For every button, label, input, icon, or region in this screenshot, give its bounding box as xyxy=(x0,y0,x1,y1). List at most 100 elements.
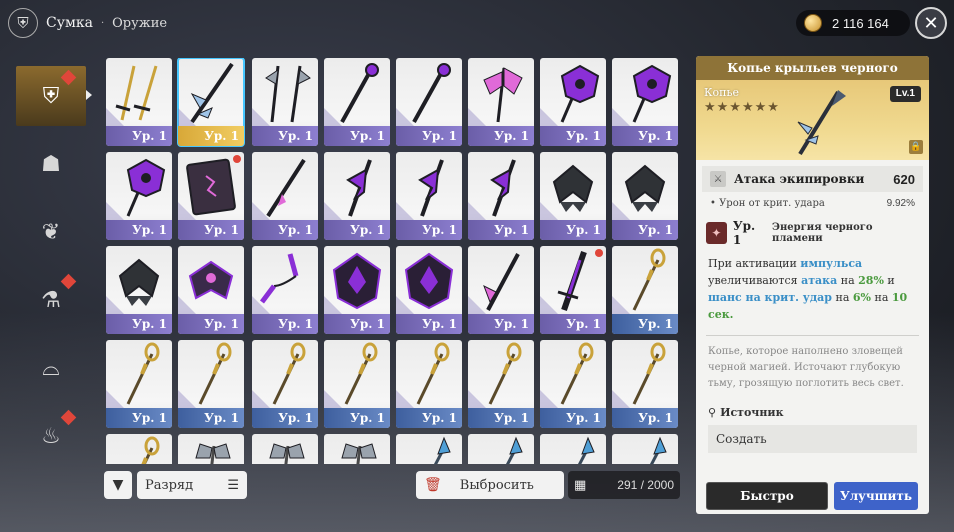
close-icon: ✕ xyxy=(923,12,939,34)
discard-button[interactable]: 🗑 Выбросить xyxy=(416,471,564,499)
gold-staff-icon xyxy=(141,436,160,464)
slot-level-label: Ур. 1 xyxy=(612,408,678,428)
action-buttons: Быстро снарядить Улучшить xyxy=(706,482,919,510)
inventory-slot-dark-wings[interactable]: Ур. 1 xyxy=(540,152,606,240)
inventory-slot-purple-halberd[interactable]: Ур. 1 xyxy=(468,246,534,334)
inventory-slot-dark-wings[interactable]: Ур. 1 xyxy=(612,152,678,240)
inventory-slot-silver-axe[interactable]: Ур. 1 xyxy=(324,434,390,464)
desc-text: При активации xyxy=(708,257,801,270)
item-lore: Копье, которое наполнено зловещей черной… xyxy=(708,346,904,389)
filter-icon: ▼ xyxy=(112,477,124,493)
inventory-slot-dark-staff[interactable]: Ур. 1 xyxy=(324,58,390,146)
inventory-slot-blue-spear[interactable]: Ур. 1 xyxy=(540,434,606,464)
slot-level-label: Ур. 1 xyxy=(540,220,606,240)
inventory-slot-gold-staff[interactable]: Ур. 1 xyxy=(252,340,318,428)
inventory-slot-twin-gold-swords[interactable]: Ур. 1 xyxy=(106,58,172,146)
rarity-corner xyxy=(178,296,196,314)
inventory-slot-silver-axe[interactable]: Ур. 1 xyxy=(178,434,244,464)
inventory-slot-purple-wing-axe[interactable]: Ур. 1 xyxy=(612,58,678,146)
rarity-corner xyxy=(324,296,342,314)
inventory-slot-purple-wings[interactable]: Ур. 1 xyxy=(178,246,244,334)
inventory-slot-blue-spear[interactable]: Ур. 1 xyxy=(468,434,534,464)
skill-header: ✦ Ур. 1 Энергия черного пламени xyxy=(706,219,919,247)
inventory-slot-purple-wing-axe[interactable]: Ур. 1 xyxy=(540,58,606,146)
slot-level-label: Ур. 1 xyxy=(396,220,462,240)
source-craft[interactable]: Создать xyxy=(708,425,917,453)
divider xyxy=(706,335,919,336)
inventory-slot-blue-spear[interactable]: Ур. 1 xyxy=(396,434,462,464)
slot-level-label: Ур. 1 xyxy=(324,220,390,240)
inventory-slot-dark-spear[interactable]: Ур. 1 xyxy=(252,152,318,240)
inventory-slot-dark-wings[interactable]: Ур. 1 xyxy=(106,246,172,334)
quick-equip-button[interactable]: Быстро снарядить xyxy=(706,482,828,510)
skill-name: Энергия черного пламени xyxy=(772,222,873,244)
rarity-corner xyxy=(468,108,486,126)
category-accessory[interactable]: ❦ xyxy=(16,202,86,262)
blue-spear-icon xyxy=(577,436,595,464)
cloche-icon: ⌓ xyxy=(42,355,60,381)
slot-level-label: Ур. 1 xyxy=(612,126,678,146)
inventory-slot-gold-staff[interactable]: Ур. 1 xyxy=(106,434,172,464)
inventory-slot-purple-wing-axe[interactable]: Ур. 1 xyxy=(106,152,172,240)
desc-keyword: импульса xyxy=(800,257,863,270)
slot-level-label: Ур. 1 xyxy=(324,314,390,334)
slot-level-label: Ур. 1 xyxy=(540,314,606,334)
page-title: Сумка xyxy=(46,15,93,31)
category-armor[interactable]: ☗ xyxy=(16,134,86,194)
lock-icon[interactable]: 🔒 xyxy=(909,140,923,154)
inventory-slot-dark-scythe[interactable]: Ур. 1 xyxy=(324,152,390,240)
sort-dropdown[interactable]: Разряд ☰ xyxy=(137,471,247,499)
inventory-slot-gold-staff[interactable]: Ур. 1 xyxy=(106,340,172,428)
inventory-slot-gold-staff[interactable]: Ур. 1 xyxy=(396,340,462,428)
inventory-slot-dark-scythe[interactable]: Ур. 1 xyxy=(396,152,462,240)
inventory-slot-purple-greatsword[interactable]: Ур. 1 xyxy=(540,246,606,334)
inventory-slot-dark-scythe[interactable]: Ур. 1 xyxy=(468,152,534,240)
inventory-slot-gold-staff[interactable]: Ур. 1 xyxy=(612,246,678,334)
slot-level-label: Ур. 1 xyxy=(178,126,244,146)
inventory-slot-purple-demon-wings[interactable]: Ур. 1 xyxy=(324,246,390,334)
sort-order-icon[interactable]: ☰ xyxy=(227,478,239,493)
silver-axe-icon xyxy=(269,443,305,464)
inventory-slot-silver-axe[interactable]: Ур. 1 xyxy=(252,434,318,464)
rarity-corner xyxy=(106,108,124,126)
inventory-slot-grimoire[interactable]: Ур. 1 xyxy=(178,152,244,240)
category-potion[interactable]: ⚗ xyxy=(16,270,86,330)
upgrade-button[interactable]: Улучшить xyxy=(834,482,918,510)
item-stars: ★★★★★★ xyxy=(704,100,780,115)
inventory-slot-blue-spear[interactable]: Ур. 1 xyxy=(612,434,678,464)
desc-keyword: атака xyxy=(801,274,838,287)
category-food[interactable]: ⌓ xyxy=(16,338,86,398)
main-stat-label: Атака экипировки xyxy=(734,172,865,186)
category-materials[interactable]: ♨ xyxy=(16,406,86,466)
grid-icon: ▦ xyxy=(574,477,587,493)
inventory-slot-gold-staff[interactable]: Ур. 1 xyxy=(540,340,606,428)
inventory-slot-purple-demon-wings[interactable]: Ур. 1 xyxy=(396,246,462,334)
rarity-corner xyxy=(252,108,270,126)
gold-value: 2 116 164 xyxy=(832,15,889,31)
gold-coin-icon xyxy=(804,14,822,32)
inventory-slot-gold-staff[interactable]: Ур. 1 xyxy=(324,340,390,428)
inventory-slot-twin-silver-axes[interactable]: Ур. 1 xyxy=(252,58,318,146)
slot-level-label: Ур. 1 xyxy=(106,408,172,428)
blue-spear-icon xyxy=(505,436,523,464)
item-title: Копье крыльев черного пламени xyxy=(696,56,929,99)
inventory-slot-purple-axe[interactable]: Ур. 1 xyxy=(468,58,534,146)
trash-icon: 🗑 xyxy=(424,477,442,493)
inventory-slot-gold-staff[interactable]: Ур. 1 xyxy=(178,340,244,428)
item-type: Копье xyxy=(704,86,739,99)
inventory-slot-dark-staff[interactable]: Ур. 1 xyxy=(396,58,462,146)
sub-stat-label-text: Урон от крит. удара xyxy=(719,198,825,209)
filter-button[interactable]: ▼ xyxy=(104,471,132,499)
desc-value: 28% xyxy=(858,274,884,287)
slot-level-label: Ур. 1 xyxy=(612,220,678,240)
rarity-corner xyxy=(178,390,196,408)
close-button[interactable]: ✕ xyxy=(915,7,947,39)
inventory-slot-purple-nunchaku[interactable]: Ур. 1 xyxy=(252,246,318,334)
inventory-slot-gold-staff[interactable]: Ур. 1 xyxy=(612,340,678,428)
inventory-slot-selected-spear[interactable]: Ур. 1 xyxy=(177,58,245,147)
blue-spear-icon xyxy=(649,436,667,464)
rarity-corner xyxy=(252,202,270,220)
inventory-slot-gold-staff[interactable]: Ур. 1 xyxy=(468,340,534,428)
slot-level-label: Ур. 1 xyxy=(468,314,534,334)
category-weapon[interactable]: ⛨ xyxy=(16,66,92,126)
